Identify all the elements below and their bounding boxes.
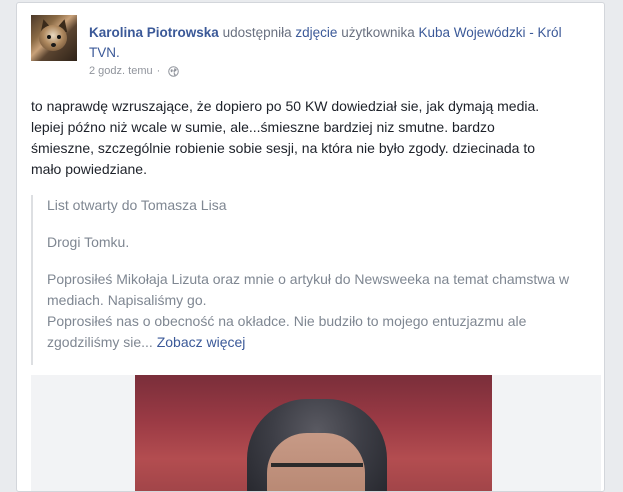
story-header: Karolina Piotrowska udostępniła zdjęcie …: [89, 23, 589, 63]
post-message-line: mało powiedziane.: [31, 161, 147, 177]
photo-subject-glasses: [271, 463, 363, 467]
caption-line: Poprosiłeś Mikołaja Lizuta oraz mnie o a…: [47, 271, 570, 287]
avatar-eye-left: [47, 35, 51, 39]
avatar-nose: [51, 43, 56, 47]
post-message-line: lepiej późno niż wcale w sumie, ale...śm…: [31, 119, 495, 135]
caption-title: List otwarty do Tomasza Lisa: [47, 197, 227, 213]
post-message-line: to naprawdę wzruszające, że dopiero po 5…: [31, 98, 540, 114]
shared-photo-caption: List otwarty do Tomasza Lisa Drogi Tomku…: [31, 195, 596, 365]
caption-line: mediach. Napisaliśmy go.: [47, 292, 207, 308]
story-meta: 2 godz. temu ·: [89, 64, 180, 78]
photo-link[interactable]: zdjęcie: [295, 25, 337, 40]
owner-prefix-text: użytkownika: [341, 25, 415, 40]
caption-greeting: Drogi Tomku.: [47, 234, 130, 250]
feed-story: Karolina Piotrowska udostępniła zdjęcie …: [16, 2, 605, 492]
shared-photo[interactable]: [135, 375, 492, 491]
post-message-line: śmieszne, szczególnie robienie sobie ses…: [31, 140, 536, 156]
action-text: udostępniła: [222, 25, 292, 40]
avatar-dog-face: [39, 25, 67, 51]
avatar-eye-right: [57, 35, 61, 39]
caption-last-line: zgodziliśmy sie... Zobacz więcej: [47, 332, 596, 353]
meta-separator: ·: [156, 65, 161, 77]
globe-icon[interactable]: [168, 65, 180, 77]
see-more-link[interactable]: Zobacz więcej: [157, 334, 246, 350]
caption-line: zgodziliśmy sie...: [47, 334, 153, 350]
caption-line: Poprosiłeś nas o obecność na okładce. Ni…: [47, 313, 527, 329]
avatar[interactable]: [31, 15, 77, 61]
shared-photo-container: [31, 375, 601, 491]
post-message: to naprawdę wzruszające, że dopiero po 5…: [31, 96, 596, 180]
actor-name-link[interactable]: Karolina Piotrowska: [89, 25, 219, 40]
timestamp-link[interactable]: 2 godz. temu: [89, 64, 153, 78]
